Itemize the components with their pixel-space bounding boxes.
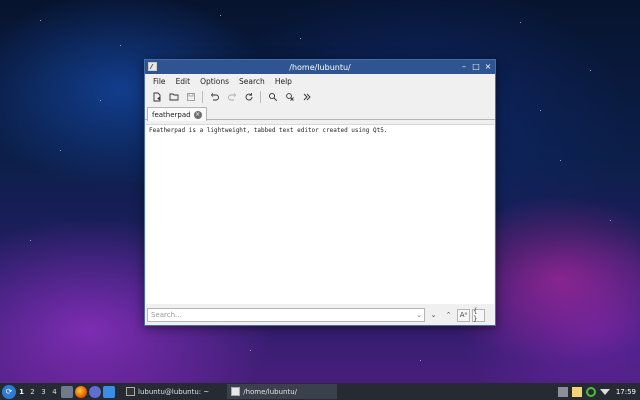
open-button[interactable] [166,90,181,105]
firefox-launcher-icon[interactable] [75,385,87,398]
toolbar [145,88,495,106]
terminal-icon [126,387,135,396]
maximize-button[interactable]: □ [472,63,480,71]
featherpad-icon [231,387,241,396]
menu-bar: File Edit Options Search Help [145,74,495,88]
new-document-button[interactable] [149,90,164,105]
replace-button[interactable] [282,90,297,105]
whole-word-button[interactable]: { } [472,307,485,323]
start-menu-icon[interactable]: ⟳ [2,384,16,399]
redo-button[interactable] [224,90,239,105]
tab-close-icon[interactable]: × [193,110,202,119]
window-titlebar[interactable]: /home/lubuntu/ – □ × [145,60,495,74]
toolbar-separator [260,91,261,103]
text-editor[interactable]: Featherpad is a lightweight, tabbed text… [146,124,494,304]
find-next-button[interactable]: ⌄ [427,309,440,322]
system-tray: 17:59 [557,386,640,397]
task-label: /home/lubuntu/ [243,387,298,396]
find-button[interactable] [265,90,280,105]
power-icon[interactable] [585,386,596,397]
open-folder-icon [169,93,178,101]
menu-file[interactable]: File [148,77,171,86]
tab-label: featherpad [152,110,191,119]
reload-icon [245,93,252,101]
more-icon [303,93,311,101]
toolbar-separator [202,91,203,103]
task-featherpad[interactable]: /home/lubuntu/ [227,384,338,399]
tab-featherpad[interactable]: featherpad × [147,107,207,121]
network-icon[interactable] [599,388,610,395]
save-icon [186,93,195,101]
close-button[interactable]: × [484,63,492,71]
clipboard-icon[interactable] [571,386,582,397]
updates-icon[interactable] [557,386,568,397]
featherpad-app-icon[interactable] [148,62,157,71]
undo-icon [210,93,219,101]
search-bar: ⌄ ⌄ ⌃ Aᵃ { } [147,307,493,323]
search-history-dropdown-icon[interactable]: ⌄ [416,309,422,321]
featherpad-window: /home/lubuntu/ – □ × File Edit Options S… [144,59,496,326]
more-button[interactable] [299,90,314,105]
desktop-1[interactable]: 1 [16,388,27,396]
menu-edit[interactable]: Edit [171,77,196,86]
tab-bar: featherpad × [145,106,495,121]
desktop-launcher-icon[interactable] [103,385,115,398]
desktop-3[interactable]: 3 [38,388,49,396]
desktop-2[interactable]: 2 [27,388,38,396]
editor-content: Featherpad is a lightweight, tabbed text… [149,127,388,134]
redo-icon [227,93,236,101]
find-icon [268,92,277,102]
desktop-4[interactable]: 4 [49,388,60,396]
replace-icon [285,93,294,101]
window-title: /home/lubuntu/ [289,62,351,72]
new-document-icon [153,92,160,102]
reload-button[interactable] [241,90,256,105]
menu-help[interactable]: Help [270,77,297,86]
clock[interactable]: 17:59 [616,388,636,396]
match-case-button[interactable]: Aᵃ [457,308,470,322]
undo-button[interactable] [207,90,222,105]
file-manager-launcher-icon[interactable] [61,385,73,398]
menu-options[interactable]: Options [195,77,234,86]
search-field[interactable]: ⌄ [147,308,425,322]
minimize-button[interactable]: – [460,63,468,71]
taskbar: ⟳ 1 2 3 4 lubuntu@lubuntu: ~ /home/lubun… [0,383,640,400]
task-terminal[interactable]: lubuntu@lubuntu: ~ [122,384,213,399]
menu-search[interactable]: Search [234,77,270,86]
find-previous-button[interactable]: ⌃ [442,309,455,322]
settings-launcher-icon[interactable] [89,385,101,398]
search-input[interactable] [151,309,424,321]
save-button[interactable] [183,90,198,105]
task-label: lubuntu@lubuntu: ~ [138,387,210,396]
